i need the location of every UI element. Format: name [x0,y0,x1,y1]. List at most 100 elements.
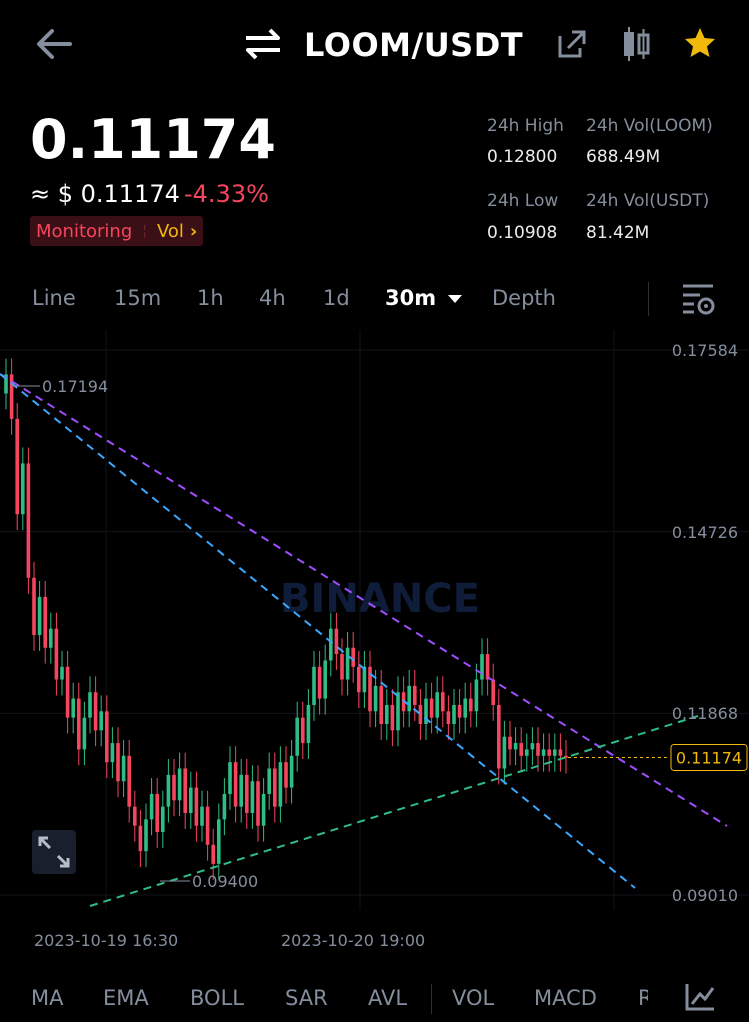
candle-body [43,596,47,648]
y-tick-1: 0.17584 [672,341,738,360]
favorite-button[interactable] [683,26,717,60]
candle-body [379,685,383,725]
candle-body [261,793,266,826]
chart-settings-icon [683,284,715,315]
candle-body [301,717,305,744]
candle-body [508,736,512,750]
y-tick-3: 0.11868 [672,704,738,723]
candle-body [250,781,255,814]
high-marker-label: 0.17194 [42,377,108,396]
chart-watermark: BINANCE [280,576,480,622]
candle-body [127,755,131,807]
candle-body [362,666,367,693]
indicator-boll[interactable]: BOLL [190,986,244,1010]
candle-body [452,704,456,725]
share-icon [558,30,586,58]
candle-body [54,628,59,680]
indicator-avl[interactable]: AVL [368,986,407,1010]
indicator-divider [431,984,432,1014]
candle-mode-button[interactable] [620,26,652,62]
indicator-ma[interactable]: MA [31,986,63,1010]
indicator-sar[interactable]: SAR [285,986,328,1010]
tab-1d[interactable]: 1d [323,286,350,310]
x-tick-2: 2023-10-20 19:00 [281,931,425,950]
candle-body [446,711,451,725]
tab-depth[interactable]: Depth [492,286,556,310]
last-price: 0.11174 [30,108,276,171]
tab-line[interactable]: Line [32,286,76,310]
candle-body [457,704,462,718]
candle-body [340,654,344,680]
candle-body [93,692,98,731]
candle-body [357,666,361,693]
x-tick-1: 2023-10-19 16:30 [34,931,178,950]
price-change: -4.33% [184,180,269,208]
candle-body [385,704,389,725]
indicator-ema[interactable]: EMA [103,986,149,1010]
candle-body [200,806,204,826]
candle-body [217,819,221,864]
swap-icon [246,28,280,60]
candle-body [99,711,103,731]
indicator-vol[interactable]: VOL [452,986,494,1010]
candle-body [245,774,249,814]
trendline-blue[interactable] [0,373,636,889]
tab-1h[interactable]: 1h [197,286,224,310]
candle-body [183,768,187,814]
candle-body [295,717,299,756]
candle-body [497,704,501,769]
candle-body [110,743,115,763]
candle-body [429,698,434,718]
drawing-tools-button[interactable] [684,982,716,1012]
back-button[interactable] [34,26,74,62]
arrow-left-icon [37,29,72,59]
expand-button[interactable] [32,830,76,874]
candle-body [177,768,182,801]
candle-body [547,749,551,756]
candle-body [138,825,143,852]
pair-title[interactable]: LOOM/USDT [304,26,523,64]
candle-body [491,679,495,705]
indicator-macd[interactable]: MACD [534,986,597,1010]
stat-24h-vol-base-value: 688.49M [586,147,661,167]
price-usd: ≈ $ 0.11174 [30,180,180,208]
tab-4h[interactable]: 4h [259,286,286,310]
share-button[interactable] [556,28,588,60]
candle-body [166,774,171,807]
candle-body [267,768,271,794]
candle-body [418,704,423,725]
candle-body [256,781,260,826]
candle-body [26,463,31,578]
stat-24h-vol-quote-label: 24h Vol(USDT) [586,191,710,211]
caret-down-icon [448,295,463,303]
candle-body [194,787,199,826]
monitoring-badge[interactable]: Monitoring ¦ Vol › [30,216,204,246]
candle-body [306,704,311,744]
tab-15m[interactable]: 15m [114,286,161,310]
swap-pair-button[interactable] [242,26,284,62]
candle-body [15,418,19,515]
y-tick-2: 0.14726 [672,523,738,542]
trendline-green[interactable] [89,715,699,907]
candle-body [390,704,395,731]
tab-30m[interactable]: 30m [385,286,463,310]
candle-body [334,628,339,655]
candle-body [65,666,70,718]
indicator-more[interactable]: R [638,986,648,1010]
candle-body [502,736,507,769]
candle-body [278,762,283,807]
stat-24h-high-label: 24h High [487,116,564,136]
candlestick-icon [624,27,650,61]
price-chart[interactable]: BINANCE 0.17194 0.09400 0.11174 0.17584 … [0,330,749,962]
candle-body [519,743,523,756]
chevron-right-icon: › [189,220,198,242]
candle-body [233,762,238,807]
candle-body [312,666,316,705]
vol-label: Vol [156,220,184,242]
candle-body [558,749,563,756]
candle-body [133,806,137,826]
chart-settings-button[interactable] [680,282,716,316]
stat-24h-low-value: 0.10908 [487,223,558,243]
candle-body [469,698,473,712]
candle-body [211,844,215,864]
